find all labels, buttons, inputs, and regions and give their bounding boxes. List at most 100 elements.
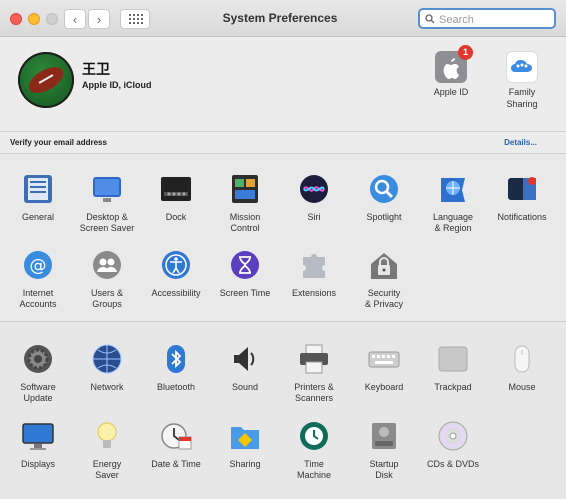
pref-language-region[interactable]: Language & Region: [418, 172, 488, 234]
hourglass-icon: [228, 248, 262, 282]
apple-id-header: 王卫 Apple ID, iCloud 1 Apple ID Family Sh…: [0, 37, 566, 129]
pref-security-privacy[interactable]: Security & Privacy: [349, 248, 419, 310]
keyboard-icon: [367, 342, 401, 376]
pref-internet-accounts[interactable]: @ Internet Accounts: [3, 248, 73, 310]
apple-id-label: Apple ID: [433, 87, 469, 97]
pref-label: Energy Saver: [92, 459, 122, 480]
apple-logo-icon: 1: [435, 45, 473, 83]
pref-software-update[interactable]: Software Update: [3, 342, 73, 404]
minimize-window-button[interactable]: [28, 13, 40, 25]
search-field[interactable]: [418, 8, 556, 29]
details-link[interactable]: Details...: [504, 138, 537, 147]
user-subtitle: Apple ID, iCloud: [82, 80, 152, 90]
globe-flag-icon: [436, 172, 470, 206]
sharing-folder-icon: [228, 419, 262, 453]
pref-screen-time[interactable]: Screen Time: [210, 248, 280, 299]
pref-label: Bluetooth: [156, 382, 196, 392]
pref-network[interactable]: Network: [72, 342, 142, 393]
accessibility-icon: [159, 248, 193, 282]
family-sharing-pane[interactable]: Family Sharing: [492, 51, 552, 110]
pref-extensions[interactable]: Extensions: [279, 248, 349, 299]
spotlight-icon: [367, 172, 401, 206]
close-window-button[interactable]: [10, 13, 22, 25]
pref-trackpad[interactable]: Trackpad: [418, 342, 488, 393]
show-all-button[interactable]: [120, 9, 150, 29]
pref-dock[interactable]: Dock: [141, 172, 211, 223]
pref-time-machine[interactable]: Time Machine: [279, 419, 349, 481]
pref-keyboard[interactable]: Keyboard: [349, 342, 419, 393]
pref-label: Sharing: [229, 459, 261, 469]
pref-displays[interactable]: Displays: [3, 419, 73, 470]
chevron-right-icon: ›: [96, 11, 102, 27]
pref-date-time[interactable]: Date & Time: [141, 419, 211, 470]
pref-label: Screen Time: [219, 288, 271, 298]
svg-text:@: @: [30, 256, 47, 276]
pref-label: Printers & Scanners: [294, 382, 334, 403]
pref-label: Trackpad: [434, 382, 472, 392]
pref-label: Desktop & Screen Saver: [79, 212, 135, 233]
desktop-icon: [90, 172, 124, 206]
pref-label: CDs & DVDs: [426, 459, 479, 469]
zoom-window-button[interactable]: [46, 13, 58, 25]
avatar[interactable]: [18, 52, 74, 108]
cd-icon: [436, 419, 470, 453]
verify-email-message: Verify your email address: [10, 138, 107, 147]
back-button[interactable]: ‹: [64, 9, 86, 29]
pref-label: Mission Control: [229, 212, 261, 233]
pref-label: Extensions: [291, 288, 337, 298]
pref-sound[interactable]: Sound: [210, 342, 280, 393]
gear-icon: [21, 342, 55, 376]
pref-users-groups[interactable]: Users & Groups: [72, 248, 142, 310]
trackpad-icon: [436, 342, 470, 376]
at-icon: @: [21, 248, 55, 282]
pref-label: Keyboard: [364, 382, 404, 392]
pref-mouse[interactable]: Mouse: [487, 342, 557, 393]
search-input[interactable]: [437, 11, 551, 28]
pref-label: Siri: [307, 212, 321, 222]
pref-label: Notifications: [497, 212, 547, 222]
personal-preferences-section: General Desktop & Screen Saver Dock Mission…: [0, 153, 566, 321]
window-title: System Preferences: [222, 11, 338, 25]
pref-label: Software Update: [20, 382, 56, 403]
users-icon: [90, 248, 124, 282]
general-icon: [21, 172, 55, 206]
pref-label: Security & Privacy: [364, 288, 403, 309]
pref-accessibility[interactable]: Accessibility: [141, 248, 211, 299]
pref-desktop-screen-saver[interactable]: Desktop & Screen Saver: [72, 172, 142, 234]
pref-label: Sound: [231, 382, 259, 392]
pref-bluetooth[interactable]: Bluetooth: [141, 342, 211, 393]
time-machine-icon: [297, 419, 331, 453]
user-name: 王卫: [82, 61, 110, 77]
verify-email-banner: Verify your email address Details...: [0, 131, 566, 154]
hardware-preferences-section: Software Update Network Bluetooth Sound Prin…: [0, 321, 566, 499]
bluetooth-icon: [159, 342, 193, 376]
pref-label: Spotlight: [366, 212, 402, 222]
siri-icon: [297, 172, 331, 206]
mouse-icon: [505, 342, 539, 376]
pref-label: General: [21, 212, 55, 222]
notifications-icon: [505, 172, 539, 206]
disk-icon: [367, 419, 401, 453]
system-preferences-window: ‹ › System Preferences Search 王卫 Apple I…: [0, 0, 566, 499]
pref-notifications[interactable]: Notifications: [487, 172, 557, 223]
pref-energy-saver[interactable]: Energy Saver: [72, 419, 142, 481]
family-sharing-label: Family Sharing: [506, 87, 538, 109]
apple-id-pane[interactable]: 1 Apple ID: [421, 45, 481, 98]
pref-label: Date & Time: [151, 459, 201, 469]
pref-general[interactable]: General: [3, 172, 73, 223]
pref-mission-control[interactable]: Mission Control: [210, 172, 280, 234]
pref-printers-scanners[interactable]: Printers & Scanners: [279, 342, 349, 404]
pref-label: Startup Disk: [369, 459, 399, 480]
pref-siri[interactable]: Siri: [279, 172, 349, 223]
pref-label: Internet Accounts: [19, 288, 57, 309]
pref-cds-dvds[interactable]: CDs & DVDs: [418, 419, 488, 470]
pref-startup-disk[interactable]: Startup Disk: [349, 419, 419, 481]
pref-label: Language & Region: [432, 212, 474, 233]
notification-badge: 1: [458, 45, 473, 60]
pref-sharing[interactable]: Sharing: [210, 419, 280, 470]
forward-button[interactable]: ›: [88, 9, 110, 29]
pref-label: Accessibility: [151, 288, 201, 298]
pref-label: Displays: [20, 459, 55, 469]
pref-spotlight[interactable]: Spotlight: [349, 172, 419, 223]
house-lock-icon: [367, 248, 401, 282]
